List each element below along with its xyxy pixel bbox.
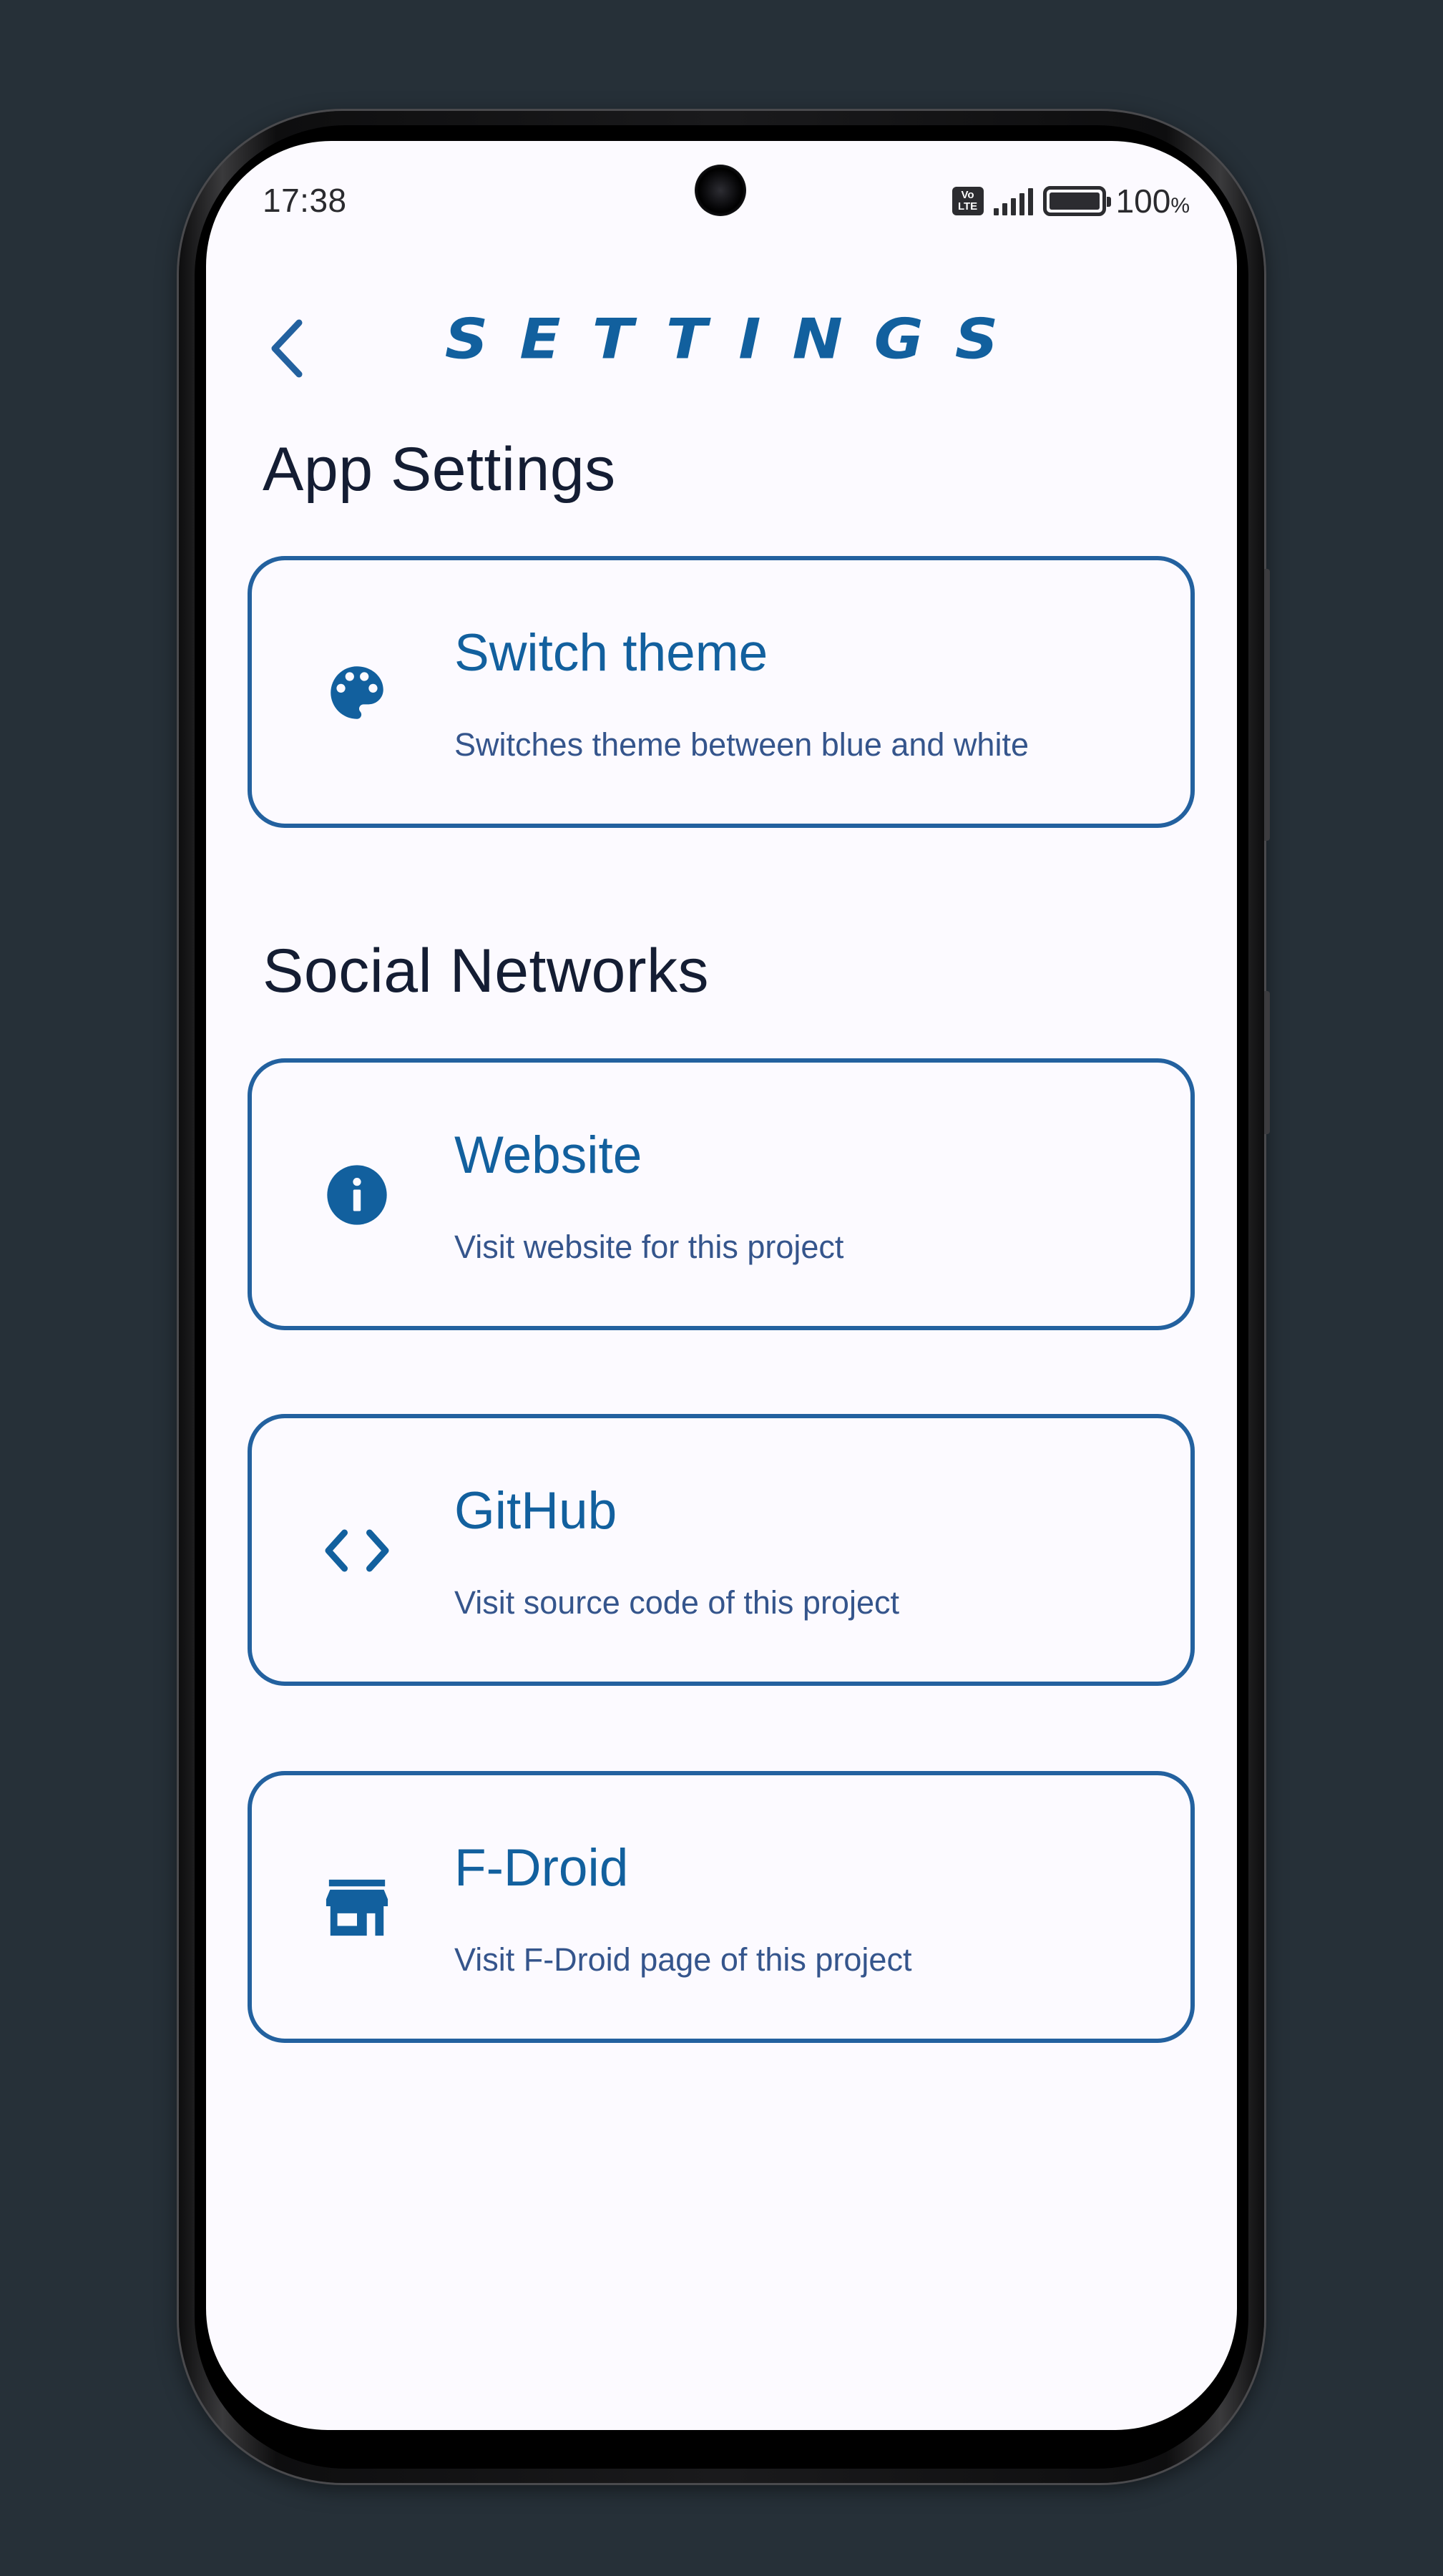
info-icon bbox=[318, 1156, 396, 1234]
battery-percent: 100% bbox=[1116, 182, 1190, 220]
github-card[interactable]: GitHub Visit source code of this project bbox=[248, 1414, 1195, 1686]
storefront-icon bbox=[318, 1868, 396, 1947]
battery-value: 100 bbox=[1115, 182, 1171, 220]
screen: 17:38 Vo LTE 100% SETTINGS App Settings … bbox=[206, 141, 1237, 2430]
battery-unit: % bbox=[1170, 194, 1190, 218]
section-heading-app-settings: App Settings bbox=[263, 435, 616, 504]
battery-fill bbox=[1049, 192, 1100, 210]
volte-top-label: Vo bbox=[961, 189, 974, 201]
website-title: Website bbox=[454, 1126, 642, 1184]
volte-bottom-label: LTE bbox=[957, 200, 978, 213]
volume-button bbox=[1264, 569, 1270, 841]
volte-icon: Vo LTE bbox=[952, 187, 984, 215]
website-card[interactable]: Website Visit website for this project bbox=[248, 1058, 1195, 1330]
fdroid-card[interactable]: F-Droid Visit F-Droid page of this proje… bbox=[248, 1771, 1195, 2043]
code-icon bbox=[318, 1511, 396, 1590]
fdroid-subtitle: Visit F-Droid page of this project bbox=[454, 1941, 912, 1978]
switch-theme-title: Switch theme bbox=[454, 624, 768, 682]
power-button bbox=[1264, 991, 1270, 1134]
status-icons: Vo LTE 100% bbox=[952, 182, 1190, 220]
phone-frame: 17:38 Vo LTE 100% SETTINGS App Settings … bbox=[179, 111, 1270, 2483]
github-title: GitHub bbox=[454, 1482, 617, 1540]
section-heading-social-networks: Social Networks bbox=[263, 937, 710, 1005]
signal-bar bbox=[993, 208, 999, 215]
battery-icon bbox=[1042, 186, 1111, 216]
status-time: 17:38 bbox=[263, 182, 347, 219]
signal-icon bbox=[993, 187, 1033, 215]
palette-icon bbox=[318, 653, 396, 732]
signal-bar bbox=[1027, 188, 1033, 215]
status-bar: 17:38 Vo LTE 100% bbox=[206, 141, 1237, 248]
switch-theme-subtitle: Switches theme between blue and white bbox=[454, 726, 1029, 763]
signal-bar bbox=[1019, 193, 1024, 215]
fdroid-title: F-Droid bbox=[454, 1839, 629, 1897]
front-camera bbox=[695, 165, 746, 216]
github-subtitle: Visit source code of this project bbox=[454, 1584, 899, 1621]
page-title: SETTINGS bbox=[444, 306, 1030, 372]
signal-bar bbox=[1010, 198, 1016, 215]
signal-bar bbox=[1002, 203, 1007, 215]
website-subtitle: Visit website for this project bbox=[454, 1229, 844, 1265]
switch-theme-card[interactable]: Switch theme Switches theme between blue… bbox=[248, 556, 1195, 828]
